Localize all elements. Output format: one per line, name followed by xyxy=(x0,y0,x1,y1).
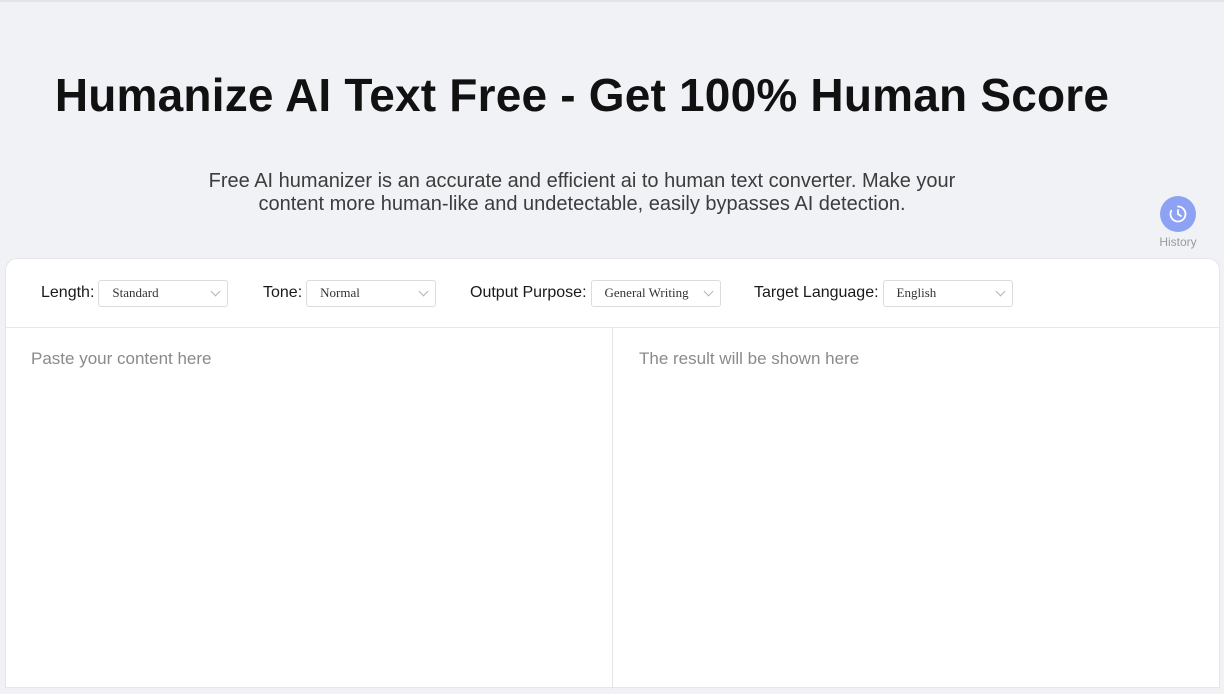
purpose-option: Output Purpose: General Writing xyxy=(470,279,721,307)
top-divider xyxy=(0,0,1224,2)
length-option: Length: Standard xyxy=(41,279,229,307)
page-title: Humanize AI Text Free - Get 100% Human S… xyxy=(54,69,1110,121)
chevron-down-icon xyxy=(418,286,429,296)
language-option: Target Language: English xyxy=(754,279,1013,307)
input-editor xyxy=(6,327,613,689)
history-icon-wrap[interactable] xyxy=(1160,196,1196,232)
purpose-value: General Writing xyxy=(604,285,689,300)
chevron-down-icon xyxy=(703,286,713,296)
humanizer-panel: Length: Standard Tone: Normal Output Pur… xyxy=(5,258,1220,689)
length-select[interactable]: Standard xyxy=(98,279,229,307)
tone-label: Tone: xyxy=(263,284,303,301)
result-placeholder: The result will be shown here xyxy=(639,349,860,368)
length-value: Standard xyxy=(112,285,159,300)
options-bar: Length: Standard Tone: Normal Output Pur… xyxy=(6,259,1219,328)
content-input[interactable] xyxy=(6,327,612,689)
tone-option: Tone: Normal xyxy=(263,279,437,307)
history-button[interactable]: History xyxy=(1150,196,1206,249)
tone-select[interactable]: Normal xyxy=(306,279,437,307)
language-label: Target Language: xyxy=(754,284,879,301)
chevron-down-icon xyxy=(995,286,1005,296)
purpose-label: Output Purpose: xyxy=(470,284,587,301)
history-label: History xyxy=(1159,235,1197,249)
page-subtitle: Free AI humanizer is an accurate and eff… xyxy=(208,170,956,215)
tone-value: Normal xyxy=(320,285,360,300)
length-label: Length: xyxy=(41,284,95,301)
chevron-down-icon xyxy=(210,286,221,296)
output-editor: The result will be shown here xyxy=(613,327,1219,689)
language-select[interactable]: English xyxy=(882,279,1013,307)
clock-history-icon xyxy=(1169,205,1187,223)
purpose-select[interactable]: General Writing xyxy=(590,279,721,307)
language-value: English xyxy=(896,285,937,300)
